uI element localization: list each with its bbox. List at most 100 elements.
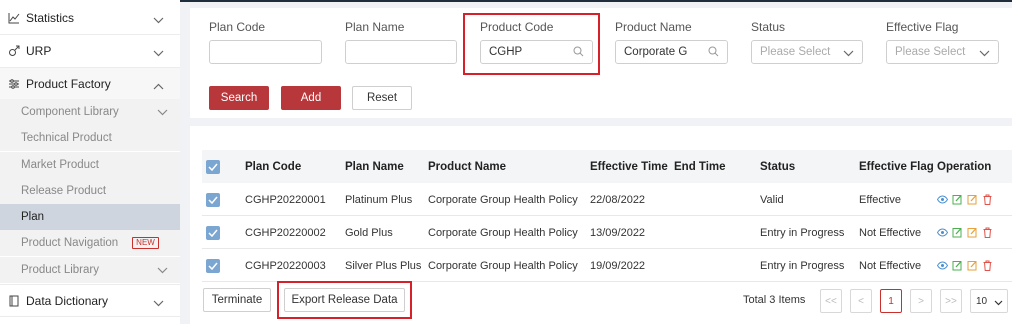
- chevron-down-icon: [157, 265, 168, 277]
- delete-icon[interactable]: [982, 260, 993, 271]
- table-row[interactable]: CGHP20220003 Silver Plus Plus Corporate …: [202, 249, 1012, 282]
- total-items: Total 3 Items: [743, 294, 806, 306]
- nav-group-urp[interactable]: URP: [0, 35, 180, 68]
- cell-plan-name: Platinum Plus: [345, 193, 413, 206]
- sliders-icon: [8, 78, 20, 90]
- sidebar-item-plan[interactable]: Plan: [0, 204, 180, 230]
- chevron-down-icon: [153, 296, 164, 310]
- delete-icon[interactable]: [982, 194, 993, 205]
- modify-icon[interactable]: [967, 260, 978, 271]
- view-icon[interactable]: [937, 194, 948, 205]
- book-icon: [8, 295, 20, 307]
- sidebar-item-market-product[interactable]: Market Product: [0, 152, 180, 178]
- edit-icon[interactable]: [952, 227, 963, 238]
- cell-effective-flag: Not Effective: [859, 226, 922, 239]
- sidebar-item-label: Component Library: [21, 106, 119, 118]
- modify-icon[interactable]: [967, 227, 978, 238]
- sidebar-item-component-library[interactable]: Component Library: [0, 99, 180, 125]
- delete-icon[interactable]: [982, 227, 993, 238]
- status-select[interactable]: Please Select: [751, 40, 863, 64]
- sidebar-item-technical-product[interactable]: Technical Product: [0, 125, 180, 151]
- status-label: Status: [751, 20, 786, 34]
- table-header: Plan Code Plan Name Product Name Effecti…: [202, 150, 1012, 183]
- plan-code-label: Plan Code: [209, 20, 266, 34]
- sidebar-item-release-product[interactable]: Release Product: [0, 178, 180, 204]
- page-size-select[interactable]: 10: [970, 289, 1008, 313]
- row-operations: [937, 227, 993, 238]
- sidebar-item-label: Product Navigation: [21, 237, 119, 249]
- view-icon[interactable]: [937, 227, 948, 238]
- new-badge: NEW: [132, 237, 159, 249]
- cell-plan-name: Silver Plus Plus: [345, 259, 422, 272]
- row-checkbox[interactable]: [206, 259, 220, 273]
- nav-group-data-dictionary[interactable]: Data Dictionary: [0, 284, 180, 317]
- effective-flag-label: Effective Flag: [886, 20, 959, 34]
- chevron-down-icon: [994, 298, 1003, 309]
- col-header-operation: Operation: [937, 160, 992, 173]
- terminate-button[interactable]: Terminate: [203, 288, 271, 312]
- plan-name-input[interactable]: [345, 40, 457, 64]
- effective-flag-select[interactable]: Please Select: [886, 40, 999, 64]
- table-row[interactable]: CGHP20220001 Platinum Plus Corporate Gro…: [202, 183, 1012, 216]
- product-code-value: CGHP: [489, 46, 523, 58]
- cell-plan-code: CGHP20220002: [245, 226, 326, 239]
- row-checkbox[interactable]: [206, 226, 220, 240]
- cell-effective-time: 13/09/2022: [590, 226, 646, 239]
- product-name-input[interactable]: Corporate G: [615, 40, 728, 64]
- cell-plan-code: CGHP20220001: [245, 193, 326, 206]
- sidebar-item-label: Market Product: [21, 159, 99, 171]
- search-icon[interactable]: [573, 46, 584, 60]
- first-page-button[interactable]: <<: [820, 289, 842, 313]
- status-placeholder: Please Select: [760, 46, 831, 58]
- product-name-label: Product Name: [615, 20, 692, 34]
- cell-effective-flag: Not Effective: [859, 259, 922, 272]
- nav-group-statistics[interactable]: Statistics: [0, 2, 180, 35]
- product-code-label: Product Code: [480, 20, 554, 34]
- row-operations: [937, 194, 993, 205]
- search-button[interactable]: Search: [209, 86, 269, 110]
- product-name-value: Corporate G: [624, 46, 688, 58]
- row-checkbox[interactable]: [206, 193, 220, 207]
- edit-icon[interactable]: [952, 260, 963, 271]
- cell-product-name: Corporate Group Health Policy: [428, 259, 578, 272]
- sidebar-item-product-navigation[interactable]: Product Navigation NEW: [0, 230, 180, 256]
- reset-button[interactable]: Reset: [352, 86, 412, 110]
- sidebar-item-label: Release Product: [21, 185, 107, 197]
- cell-status: Entry in Progress: [760, 259, 845, 272]
- edit-icon[interactable]: [952, 194, 963, 205]
- product-code-input[interactable]: CGHP: [480, 40, 593, 64]
- plan-code-input[interactable]: [209, 40, 322, 64]
- add-button[interactable]: Add: [281, 86, 341, 110]
- export-release-data-button[interactable]: Export Release Data: [284, 288, 405, 312]
- cell-effective-flag: Effective: [859, 193, 901, 206]
- last-page-button[interactable]: >>: [940, 289, 962, 313]
- cell-effective-time: 19/09/2022: [590, 259, 646, 272]
- cell-status: Entry in Progress: [760, 226, 845, 239]
- col-header-effective-flag: Effective Flag: [859, 160, 934, 173]
- chevron-down-icon: [153, 13, 164, 27]
- select-all-checkbox[interactable]: [206, 160, 220, 174]
- chevron-down-icon: [843, 48, 854, 60]
- gender-icon: [8, 45, 20, 57]
- sidebar-item-label: Product Library: [21, 264, 99, 276]
- search-icon[interactable]: [708, 46, 719, 60]
- cell-plan-name: Gold Plus: [345, 226, 393, 239]
- prev-page-button[interactable]: <: [850, 289, 872, 313]
- chevron-down-icon: [979, 48, 990, 60]
- modify-icon[interactable]: [967, 194, 978, 205]
- nav-group-label: Product Factory: [26, 77, 111, 91]
- sidebar-item-product-library[interactable]: Product Library: [0, 257, 180, 283]
- nav-group-label: Statistics: [26, 11, 75, 25]
- col-header-status: Status: [760, 160, 796, 173]
- chevron-up-icon: [153, 79, 164, 93]
- col-header-effective-time: Effective Time: [590, 160, 668, 173]
- sidebar-item-label: Technical Product: [21, 132, 112, 144]
- next-page-button[interactable]: >: [910, 289, 932, 313]
- view-icon[interactable]: [937, 260, 948, 271]
- table-row[interactable]: CGHP20220002 Gold Plus Corporate Group H…: [202, 216, 1012, 249]
- nav-group-label: URP: [26, 44, 52, 58]
- effective-flag-placeholder: Please Select: [895, 46, 966, 58]
- page-size-value: 10: [976, 295, 988, 307]
- page-1-button[interactable]: 1: [880, 289, 902, 313]
- nav-group-product-factory[interactable]: Product Factory: [0, 68, 180, 101]
